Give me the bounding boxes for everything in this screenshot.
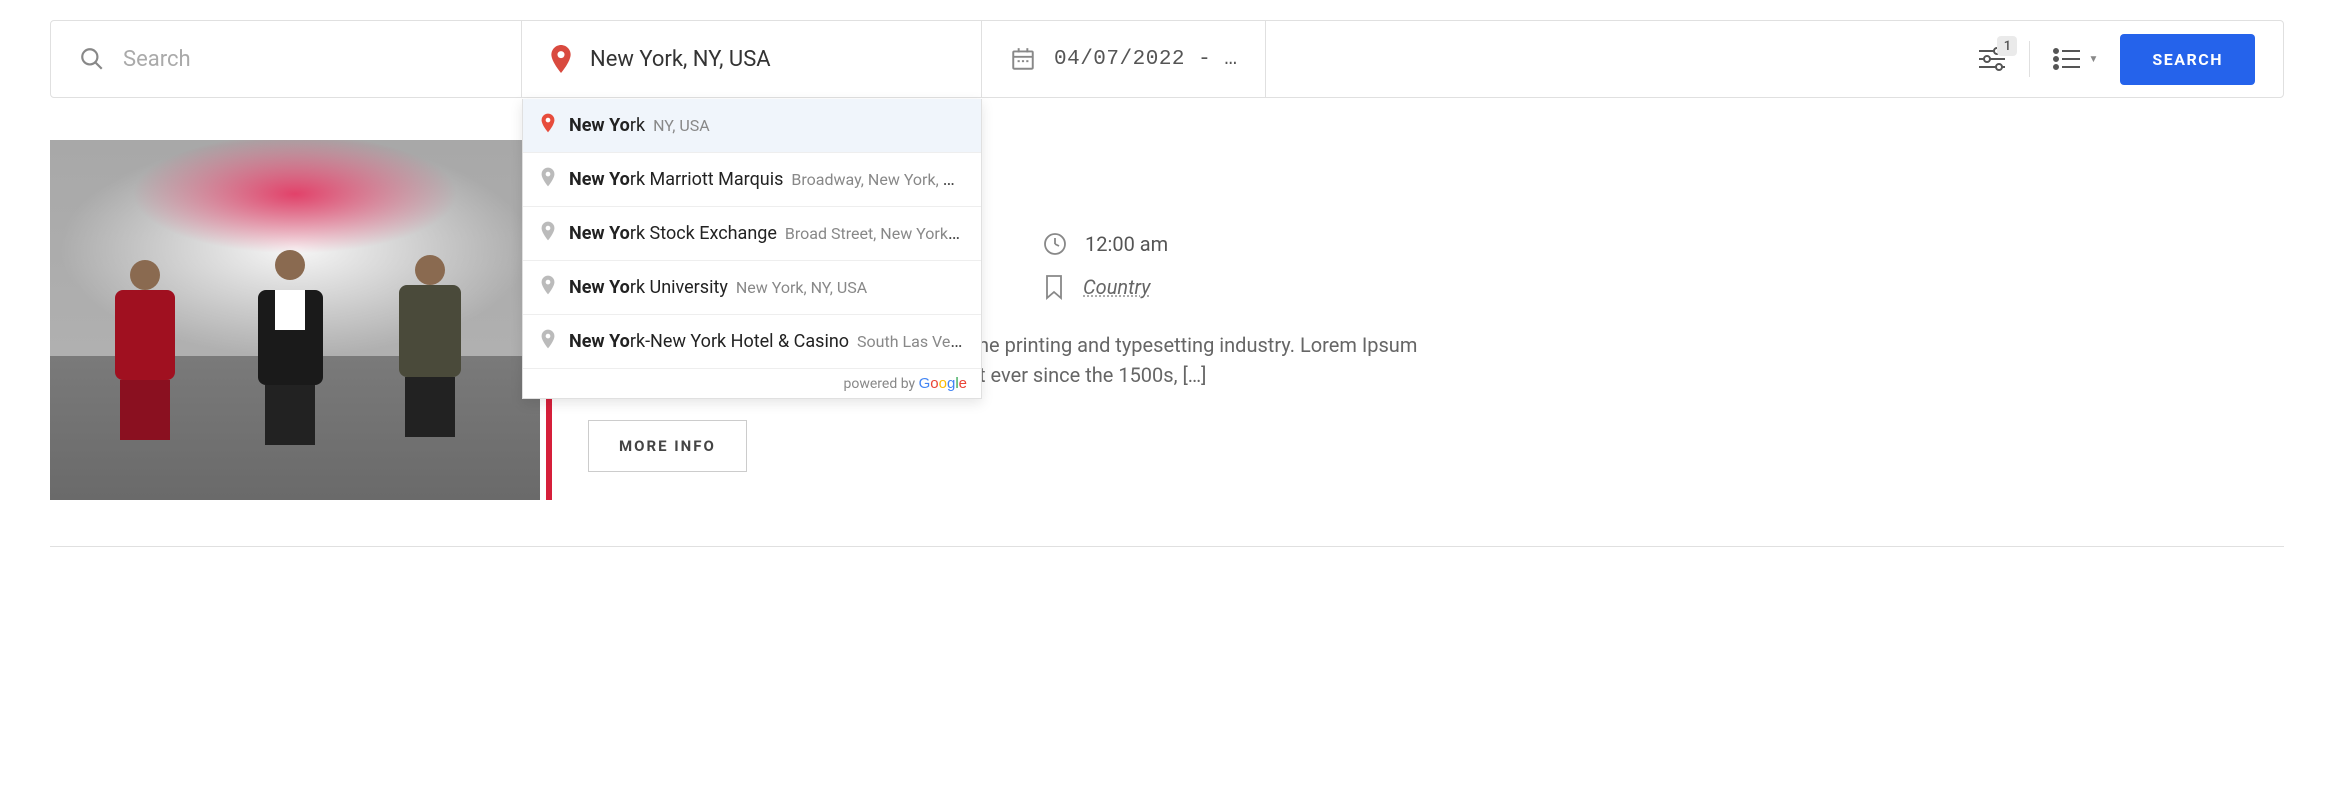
more-info-button[interactable]: MORE INFO (588, 420, 747, 472)
filter-badge: 1 (1997, 36, 2017, 56)
event-image (50, 140, 540, 500)
autocomplete-item[interactable]: New York-New York Hotel & Casino South L… (523, 315, 981, 369)
location-input[interactable] (590, 47, 953, 72)
autocomplete-item[interactable]: New York Marriott Marquis Broadway, New … (523, 153, 981, 207)
autocomplete-text: New York-New York Hotel & Casino South L… (569, 331, 963, 352)
autocomplete-item[interactable]: New York Stock Exchange Broad Street, Ne… (523, 207, 981, 261)
location-pin-icon (541, 329, 555, 354)
filters-button[interactable]: 1 (1977, 46, 2007, 72)
autocomplete-text: New York NY, USA (569, 115, 710, 136)
autocomplete-text: New York University New York, NY, USA (569, 277, 867, 298)
divider (2029, 41, 2030, 77)
view-toggle-button[interactable]: ▼ (2052, 47, 2098, 71)
event-card: e Drops 12:00 am Country he printi (50, 140, 2284, 500)
location-pin-icon (550, 45, 572, 73)
location-pin-icon (541, 275, 555, 300)
location-pin-icon (541, 221, 555, 246)
autocomplete-text: New York Stock Exchange Broad Street, Ne… (569, 223, 963, 244)
search-icon (79, 46, 105, 72)
clock-icon (1043, 232, 1067, 256)
search-button[interactable]: SEARCH (2120, 34, 2255, 85)
autocomplete-item[interactable]: New York University New York, NY, USA (523, 261, 981, 315)
caret-down-icon: ▼ (2088, 54, 2098, 65)
controls-section: 1 ▼ SEARCH (1265, 21, 2283, 97)
autocomplete-footer: powered by Google (523, 369, 981, 398)
event-time: 12:00 am (1085, 232, 1168, 256)
autocomplete-text: New York Marriott Marquis Broadway, New … (569, 169, 963, 190)
bottom-divider (50, 546, 2284, 547)
google-logo: Google (919, 375, 967, 392)
event-category[interactable]: Country (1083, 275, 1150, 299)
text-search-section (51, 21, 521, 97)
location-pin-icon (541, 167, 555, 192)
date-text: 04/07/2022 - … (1054, 48, 1237, 71)
location-pin-icon (541, 113, 555, 138)
autocomplete-item[interactable]: New York NY, USA (523, 99, 981, 153)
calendar-icon (1010, 46, 1036, 72)
bookmark-icon (1043, 274, 1065, 300)
search-bar: New York NY, USANew York Marriott Marqui… (50, 20, 2284, 98)
search-input[interactable] (123, 47, 493, 72)
location-section: New York NY, USANew York Marriott Marqui… (521, 21, 981, 97)
event-category-row: Country (1043, 274, 2284, 300)
event-time-row: 12:00 am (1043, 232, 2284, 256)
date-section[interactable]: 04/07/2022 - … (981, 21, 1265, 97)
autocomplete-dropdown: New York NY, USA New York Marriott Marqui… (522, 99, 982, 399)
